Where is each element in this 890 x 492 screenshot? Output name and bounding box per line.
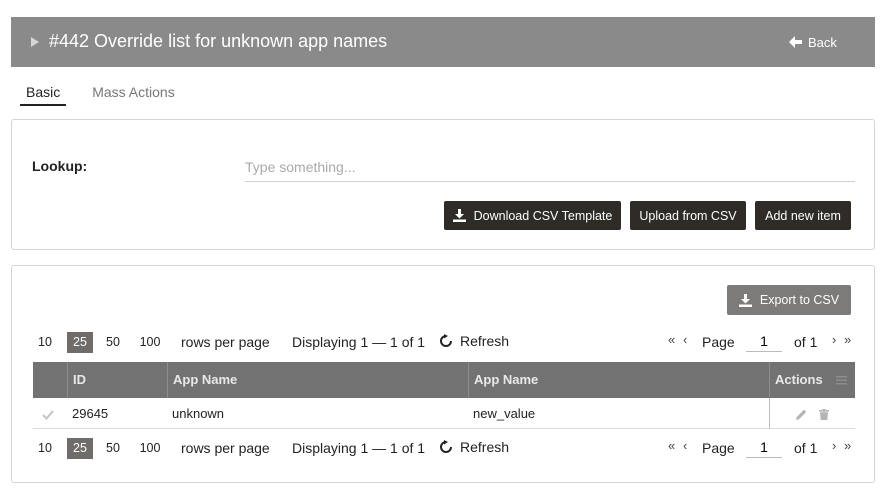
last-page-icon[interactable]: »: [844, 332, 851, 347]
table-row[interactable]: 29645 unknown new_value: [33, 398, 855, 429]
table-header: ID App Name App Name Actions: [33, 362, 855, 398]
page-size-50[interactable]: 50: [100, 332, 126, 353]
page-number-input[interactable]: [746, 330, 782, 352]
upload-from-csv-label: Upload from CSV: [639, 208, 737, 223]
grid-panel: Export to CSV 10 25 50 100 rows per page…: [11, 265, 875, 483]
data-table: ID App Name App Name Actions 29645 unkno…: [33, 362, 855, 429]
column-header-id[interactable]: ID: [67, 362, 167, 398]
first-page-icon[interactable]: «: [668, 332, 675, 347]
page-title: #442 Override list for unknown app names: [49, 31, 388, 51]
page-size-25[interactable]: 25: [67, 332, 93, 353]
page-size-10[interactable]: 10: [34, 438, 56, 459]
column-header-actions[interactable]: Actions: [769, 362, 855, 398]
page-size-100[interactable]: 100: [134, 438, 166, 459]
row-select-checkbox[interactable]: [33, 398, 67, 429]
prev-page-icon[interactable]: ‹: [683, 332, 687, 347]
displaying-label: Displaying 1 — 1 of 1: [292, 334, 426, 350]
refresh-icon: [440, 440, 452, 453]
lookup-panel: Lookup: Download CSV Template Upload fro…: [11, 119, 875, 250]
check-icon: [42, 409, 54, 420]
prev-page-icon[interactable]: ‹: [683, 438, 687, 453]
next-page-icon[interactable]: ›: [832, 332, 836, 347]
refresh-icon: [440, 334, 452, 347]
cell-app-name: unknown: [172, 406, 225, 421]
cell-id: 29645: [72, 406, 109, 421]
back-label: Back: [808, 34, 837, 50]
select-column-header[interactable]: [33, 362, 67, 398]
cell-new-value: new_value: [473, 406, 536, 421]
page-count-label: of 1: [794, 334, 818, 350]
page-size-10[interactable]: 10: [34, 332, 56, 353]
refresh-button[interactable]: Refresh: [439, 439, 509, 455]
lookup-input[interactable]: [245, 152, 855, 182]
export-csv-button[interactable]: Export to CSV: [727, 285, 851, 315]
refresh-label: Refresh: [460, 333, 510, 349]
refresh-button[interactable]: Refresh: [439, 333, 509, 349]
column-header-actions-label: Actions: [775, 372, 823, 387]
column-header-app-name[interactable]: App Name: [167, 362, 468, 398]
back-button[interactable]: Back: [789, 31, 837, 53]
upload-from-csv-button[interactable]: Upload from CSV: [630, 201, 746, 230]
rows-per-page-label: rows per page: [181, 334, 270, 350]
last-page-icon[interactable]: »: [844, 438, 851, 453]
tab-bar: Basic Mass Actions: [20, 80, 201, 106]
cell-actions: [769, 398, 855, 429]
download-icon: [738, 293, 752, 307]
download-csv-template-label: Download CSV Template: [473, 208, 613, 223]
page-label: Page: [702, 440, 735, 456]
tab-mass-actions[interactable]: Mass Actions: [86, 80, 180, 106]
page-count-label: of 1: [794, 440, 818, 456]
delete-trash-icon[interactable]: [818, 409, 829, 421]
page-size-100[interactable]: 100: [134, 332, 166, 353]
edit-pencil-icon[interactable]: [796, 409, 807, 421]
export-csv-label: Export to CSV: [759, 293, 840, 307]
add-new-item-button[interactable]: Add new item: [755, 201, 851, 230]
lookup-label: Lookup:: [32, 158, 88, 174]
displaying-label: Displaying 1 — 1 of 1: [292, 440, 426, 456]
pager-top: 10 25 50 100 rows per page Displaying 1 …: [34, 330, 854, 353]
page-header: #442 Override list for unknown app names…: [11, 17, 875, 67]
first-page-icon[interactable]: «: [668, 438, 675, 453]
page-label: Page: [702, 334, 735, 350]
page-number-input[interactable]: [746, 436, 782, 458]
add-new-item-label: Add new item: [765, 208, 841, 223]
page-size-25[interactable]: 25: [67, 438, 93, 459]
tab-basic[interactable]: Basic: [20, 80, 67, 106]
next-page-icon[interactable]: ›: [832, 438, 836, 453]
download-csv-template-button[interactable]: Download CSV Template: [444, 201, 621, 230]
refresh-label: Refresh: [460, 439, 510, 455]
download-icon: [452, 209, 466, 222]
arrow-left-icon: [789, 36, 802, 48]
column-header-app-name-new[interactable]: App Name: [468, 362, 769, 398]
column-menu-icon[interactable]: [836, 376, 847, 385]
rows-per-page-label: rows per page: [181, 440, 270, 456]
expand-caret-icon[interactable]: [31, 37, 39, 47]
pager-bottom: 10 25 50 100 rows per page Displaying 1 …: [34, 436, 854, 459]
page-size-50[interactable]: 50: [100, 438, 126, 459]
